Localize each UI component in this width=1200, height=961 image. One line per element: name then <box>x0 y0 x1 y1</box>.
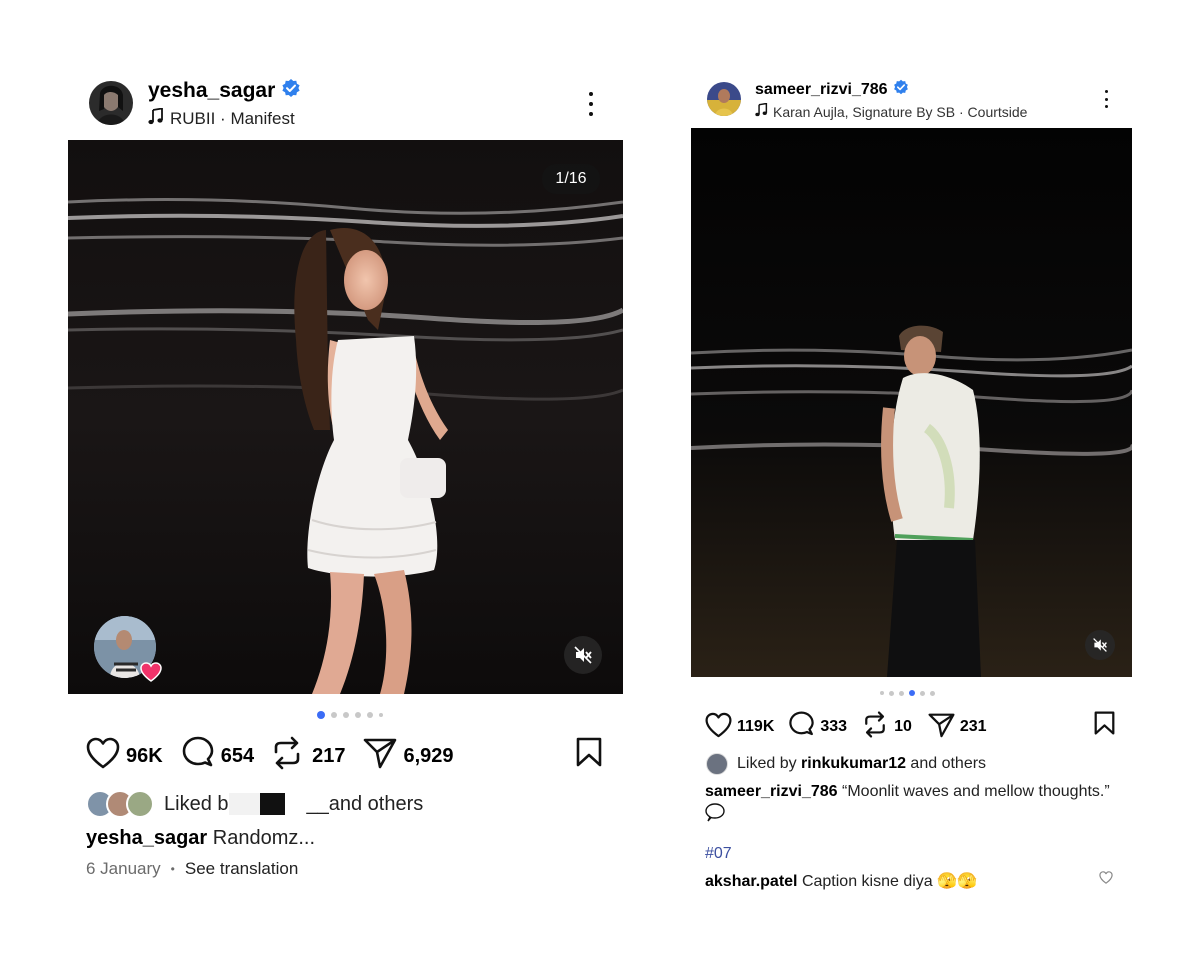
comment-button[interactable]: 654 <box>181 736 254 776</box>
share-button[interactable]: 231 <box>928 712 987 743</box>
music-label[interactable]: Karan Aujla, Signature By SB · Courtside <box>773 104 1027 120</box>
share-count: 231 <box>959 718 987 735</box>
repost-button[interactable]: 217 <box>272 736 345 776</box>
beach-photo <box>68 140 623 694</box>
hashtag[interactable]: #07 <box>705 845 732 863</box>
avatar[interactable] <box>89 81 133 125</box>
liked-by-suffix: and others <box>905 755 987 772</box>
liked-avatars <box>86 790 156 818</box>
share-count: 6,929 <box>403 744 454 767</box>
mute-icon[interactable] <box>564 636 602 674</box>
verified-icon <box>281 78 301 103</box>
caption: yesha_sagar Randomz... <box>86 827 315 850</box>
more-icon[interactable] <box>1101 90 1111 108</box>
comment-button[interactable]: 333 <box>788 711 847 743</box>
more-icon[interactable] <box>584 92 598 116</box>
liked-by-prefix: Liked by <box>737 755 802 772</box>
carousel-dots <box>880 690 935 696</box>
carousel-dot-active <box>909 690 915 696</box>
repost-count: 10 <box>894 718 912 735</box>
heart-icon <box>86 737 120 775</box>
music-note-icon <box>148 107 164 130</box>
comment-username[interactable]: akshar.patel <box>705 873 798 890</box>
carousel-dot <box>880 691 884 695</box>
share-icon <box>928 712 955 743</box>
share-icon <box>363 737 397 775</box>
music-label[interactable]: RUBII · Manifest <box>170 109 295 129</box>
avatar <box>126 790 154 818</box>
speech-bubble-icon <box>705 803 725 827</box>
like-count: 119K <box>737 718 775 735</box>
comment-icon <box>181 736 215 776</box>
username[interactable]: yesha_sagar <box>148 79 275 103</box>
carousel-dots <box>317 711 383 719</box>
caption-username[interactable]: sameer_rizvi_786 <box>705 783 838 800</box>
post-image[interactable] <box>691 128 1132 677</box>
carousel-dot <box>367 712 373 718</box>
carousel-dot <box>930 690 935 696</box>
comment-like-heart-icon[interactable] <box>1099 871 1113 889</box>
carousel-dot <box>379 713 383 717</box>
heart-icon <box>705 712 732 743</box>
username[interactable]: sameer_rizvi_786 <box>755 81 888 99</box>
liked-by[interactable]: Liked by rinkukumar12 and others <box>706 753 986 775</box>
liked-by-suffix: and others <box>328 792 424 815</box>
post-date: 6 January <box>86 859 161 878</box>
comment-icon <box>788 711 815 743</box>
caption-text[interactable]: Randomz... <box>207 827 315 849</box>
carousel-dot-active <box>317 711 325 719</box>
music-note-icon <box>755 102 768 120</box>
like-button[interactable]: 96K <box>86 737 163 775</box>
carousel-dot <box>920 690 925 696</box>
like-count: 96K <box>126 744 163 767</box>
carousel-dot <box>355 712 361 718</box>
comment-count: 333 <box>820 718 848 735</box>
caption-text[interactable]: “Moonlit waves and mellow thoughts.” <box>838 783 1110 800</box>
right-post: sameer_rizvi_786 Karan Aujla, Signature … <box>670 0 1200 961</box>
mute-icon[interactable] <box>1085 630 1115 660</box>
meta-separator: • <box>170 862 175 876</box>
comment: akshar.patel Caption kisne diya 🫣🫣 <box>705 871 977 891</box>
redacted-username <box>228 793 285 815</box>
carousel-dot <box>331 712 337 718</box>
share-button[interactable]: 6,929 <box>363 737 454 775</box>
post-image[interactable]: 1/16 <box>68 140 623 694</box>
avatar <box>706 753 728 775</box>
avatar[interactable] <box>707 82 741 116</box>
bookmark-icon[interactable] <box>576 737 602 772</box>
liked-by-user[interactable]: rinkukumar12 <box>801 755 906 773</box>
heart-badge-icon <box>140 662 162 682</box>
caption-username[interactable]: yesha_sagar <box>86 827 207 849</box>
bookmark-icon[interactable] <box>1094 711 1115 740</box>
comment-count: 654 <box>220 744 255 767</box>
liked-by-user[interactable]: __ <box>307 793 329 816</box>
liked-by[interactable]: Liked b __ and others <box>86 790 423 818</box>
like-button[interactable]: 119K <box>705 712 774 743</box>
comment-text: Caption kisne diya 🫣🫣 <box>797 873 977 890</box>
repost-icon <box>863 711 887 743</box>
carousel-dot <box>899 690 904 696</box>
image-counter: 1/16 <box>542 164 600 194</box>
carousel-dot <box>889 690 894 696</box>
beach-photo <box>691 128 1132 677</box>
see-translation-link[interactable]: See translation <box>185 859 298 879</box>
liked-by-prefix: Liked b <box>164 792 229 815</box>
caption: sameer_rizvi_786 “Moonlit waves and mell… <box>705 781 1125 803</box>
repost-icon <box>272 736 302 776</box>
carousel-dot <box>343 712 349 718</box>
repost-button[interactable]: 10 <box>863 711 912 743</box>
left-post: yesha_sagar RUBII · Manifest 1/16 96K 65… <box>0 0 640 961</box>
verified-icon <box>893 79 909 100</box>
repost-count: 217 <box>312 744 346 767</box>
